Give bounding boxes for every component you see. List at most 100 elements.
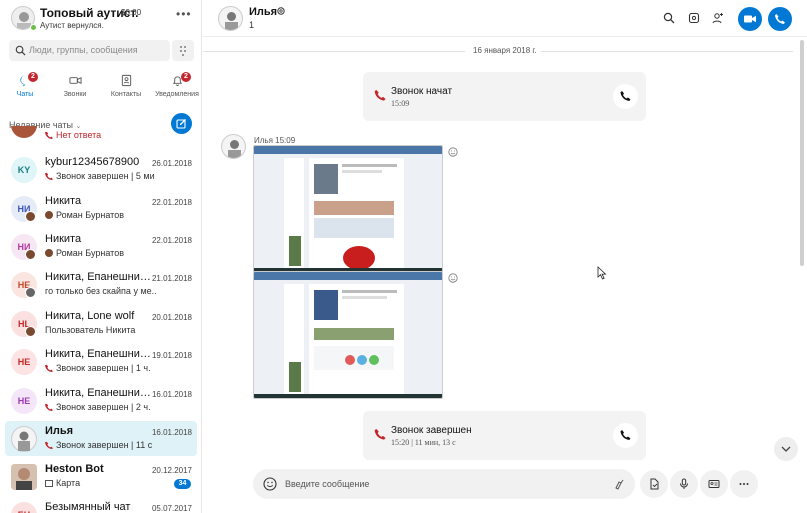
avatar bbox=[11, 464, 37, 490]
chat-row[interactable]: Нет ответа bbox=[5, 126, 197, 144]
message-input[interactable]: Введите сообщение bbox=[285, 479, 369, 489]
chat-preview: Нет ответа bbox=[56, 130, 102, 140]
add-person-icon[interactable] bbox=[712, 12, 724, 24]
avatar[interactable] bbox=[218, 6, 243, 31]
tab-calls[interactable]: Звонки bbox=[50, 72, 100, 102]
scroll-to-bottom-button[interactable] bbox=[774, 437, 798, 461]
video-call-button[interactable] bbox=[738, 7, 762, 31]
chat-row[interactable]: Heston Bot 20.12.2017 Карта 34 bbox=[5, 459, 197, 494]
chat-row[interactable]: НL Никита, Lone wolf 20.01.2018 Пользова… bbox=[5, 306, 197, 341]
chat-name: Heston Bot bbox=[45, 463, 104, 475]
tab-label: Уведомления bbox=[155, 91, 199, 98]
contact-card-button[interactable] bbox=[700, 470, 728, 498]
sidebar: Топовый аутист. $0.00 Аутист вернулся. •… bbox=[0, 0, 202, 513]
profile-status-message[interactable]: Аутист вернулся. bbox=[40, 21, 104, 30]
mini-avatar bbox=[25, 326, 36, 337]
chat-row[interactable]: KY kybur12345678900 26.01.2018 Звонок за… bbox=[5, 152, 197, 187]
chat-date: 20.12.2017 bbox=[151, 466, 192, 475]
audio-call-button[interactable] bbox=[768, 7, 792, 31]
chat-preview: Звонок завершен | 5 ми bbox=[56, 171, 155, 181]
conversation-title[interactable]: Илья bbox=[249, 6, 277, 18]
participant-count: 1 bbox=[249, 20, 255, 30]
emoji-icon[interactable] bbox=[263, 477, 277, 491]
chat-row[interactable]: НИ Никита 22.01.2018 Роман Бурнатов bbox=[5, 229, 197, 264]
attach-file-button[interactable] bbox=[640, 470, 668, 498]
chat-row[interactable]: НЕ Никита, Епанешнико... 19.01.2018 Звон… bbox=[5, 344, 197, 379]
chat-row[interactable]: НИ Никита 22.01.2018 Роман Бурнатов bbox=[5, 191, 197, 226]
search-input[interactable]: Люди, группы, сообщения bbox=[29, 45, 138, 55]
chat-date: 22.01.2018 bbox=[151, 236, 192, 245]
chat-date: 16.01.2018 bbox=[151, 390, 192, 399]
chat-preview: Карта bbox=[56, 478, 81, 488]
avatar[interactable] bbox=[221, 134, 246, 159]
profile-balance[interactable]: $0.00 bbox=[121, 8, 141, 17]
profile-header[interactable]: Топовый аутист. $0.00 Аутист вернулся. •… bbox=[0, 0, 202, 36]
mini-avatar bbox=[25, 249, 36, 260]
chat-preview: го только без скайпа у ме... bbox=[45, 286, 157, 296]
contacts-icon bbox=[121, 74, 132, 87]
more-options-button[interactable]: ••• bbox=[176, 7, 192, 21]
chat-preview: Роман Бурнатов bbox=[56, 248, 124, 258]
chat-name: Никита, Епанешнико... bbox=[45, 348, 153, 360]
more-options-button[interactable] bbox=[730, 470, 758, 498]
avatar: KY bbox=[11, 157, 37, 183]
tab-notifications[interactable]: 2 Уведомления bbox=[152, 72, 202, 102]
reaction-icon[interactable] bbox=[448, 147, 458, 157]
date-separator: 16 января 2018 г. bbox=[203, 46, 793, 56]
tab-label: Звонки bbox=[63, 91, 87, 98]
chat-name: Никита, Епанешнико... bbox=[45, 271, 153, 283]
chat-name: Безымянный чат bbox=[45, 501, 131, 513]
chat-name: Никита, Епанешнико... bbox=[45, 387, 153, 399]
reaction-icon[interactable] bbox=[448, 273, 458, 283]
chat-date: 16.01.2018 bbox=[151, 428, 192, 437]
unread-badge: 34 bbox=[174, 479, 191, 489]
chat-row[interactable]: НЕ Никита, Епанешнико... 21.01.2018 го т… bbox=[5, 267, 197, 302]
contact-card-icon bbox=[708, 480, 720, 488]
search-icon[interactable] bbox=[663, 12, 675, 24]
avatar: НЕ bbox=[11, 388, 37, 414]
map-icon bbox=[45, 480, 53, 487]
video-icon bbox=[69, 76, 82, 85]
phone-icon bbox=[45, 172, 53, 180]
phone-icon bbox=[374, 90, 386, 101]
message-composer[interactable]: Введите сообщение bbox=[253, 469, 635, 499]
call-started-card: Звонок начат 15:09 bbox=[363, 72, 646, 121]
call-back-button[interactable] bbox=[613, 423, 638, 448]
call-title: Звонок начат bbox=[391, 86, 453, 97]
image-attachment[interactable] bbox=[253, 145, 443, 273]
gallery-icon[interactable] bbox=[688, 12, 700, 24]
chat-preview: Звонок завершен | 1 ч. bbox=[56, 363, 151, 373]
online-status-dot bbox=[30, 24, 37, 31]
phone-icon bbox=[620, 91, 631, 101]
tab-label: Чаты bbox=[16, 91, 34, 98]
chat-date: 22.01.2018 bbox=[151, 198, 192, 207]
dialpad-button[interactable] bbox=[172, 40, 194, 61]
chat-name: Никита, Lone wolf bbox=[45, 310, 135, 322]
phone-icon bbox=[620, 430, 631, 440]
gear-icon[interactable] bbox=[276, 6, 286, 16]
chat-row-selected[interactable]: Илья 16.01.2018 Звонок завершен | 11 с bbox=[5, 421, 197, 456]
avatar bbox=[11, 426, 37, 452]
nav-tabs: 2 Чаты Звонки Контакты 2 Уведомления bbox=[0, 72, 202, 102]
highlight-icon[interactable] bbox=[614, 478, 626, 490]
chat-row[interactable]: НЕ Никита, Епанешнико... 16.01.2018 Звон… bbox=[5, 383, 197, 418]
mini-avatar bbox=[25, 211, 36, 222]
date-separator-label: 16 января 2018 г. bbox=[473, 46, 537, 55]
call-back-button[interactable] bbox=[613, 84, 638, 109]
search-box[interactable]: Люди, группы, сообщения bbox=[9, 40, 170, 61]
phone-icon bbox=[45, 364, 53, 372]
call-title: Звонок завершен bbox=[391, 425, 472, 436]
chat-row[interactable]: БЧ Безымянный чат 05.07.2017 bbox=[5, 497, 197, 513]
search-icon bbox=[15, 45, 26, 56]
chat-date: 19.01.2018 bbox=[151, 351, 192, 360]
image-attachment[interactable] bbox=[253, 271, 443, 399]
tab-contacts[interactable]: Контакты bbox=[101, 72, 151, 102]
missed-call-icon bbox=[45, 131, 53, 139]
chat-preview: Пользователь Никита bbox=[45, 325, 136, 335]
tab-chats[interactable]: 2 Чаты bbox=[0, 72, 50, 102]
chat-date: 20.01.2018 bbox=[151, 313, 192, 322]
call-duration: 15:20 | 11 мин, 13 с bbox=[391, 438, 456, 447]
voice-message-button[interactable] bbox=[670, 470, 698, 498]
scrollbar[interactable] bbox=[800, 40, 804, 266]
tab-label: Контакты bbox=[110, 91, 142, 98]
